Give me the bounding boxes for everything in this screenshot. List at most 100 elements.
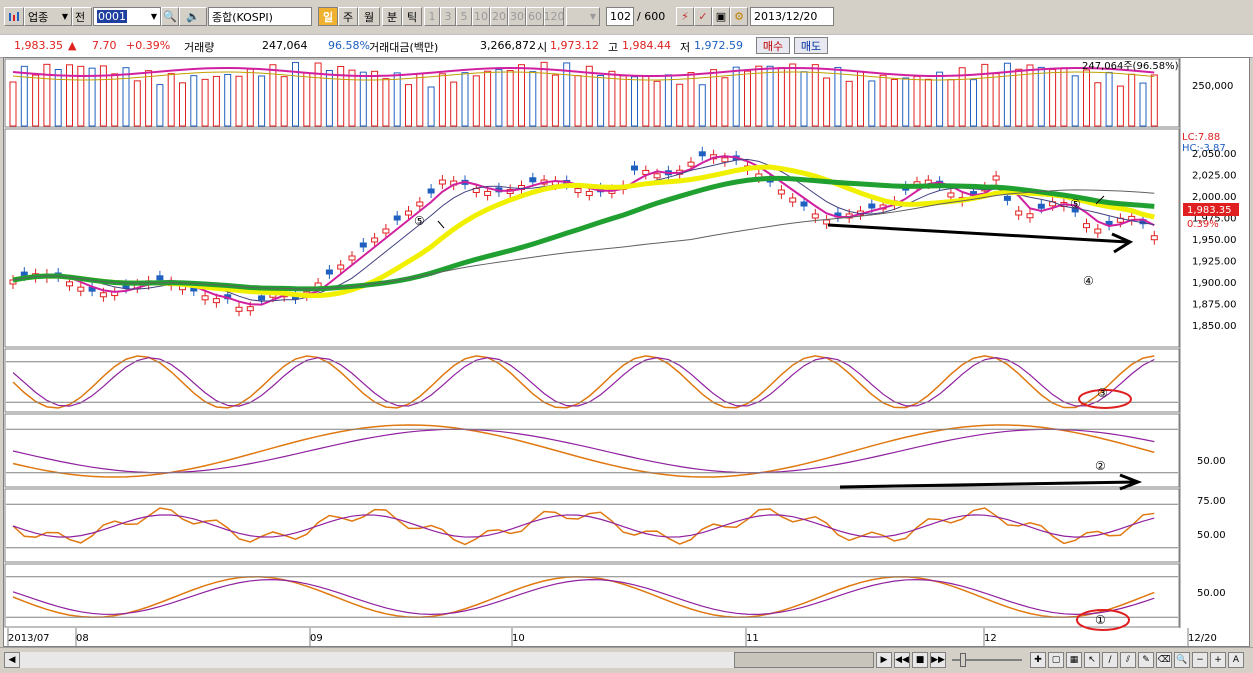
zoom-out-button[interactable]: 🔍 (1174, 652, 1190, 668)
tab-month[interactable]: 월 (358, 7, 380, 26)
sell-button[interactable]: 매도 (794, 37, 828, 54)
pointer-arrow-a (437, 220, 445, 229)
candle-body (721, 157, 729, 163)
tab-week[interactable]: 주 (338, 7, 358, 26)
tool-draw-button[interactable]: ✎ (1138, 652, 1154, 668)
candle-body (405, 210, 412, 216)
rsi-panel (6, 503, 1178, 549)
tool-box-button[interactable]: ▢ (1048, 652, 1064, 668)
chart-logo-icon[interactable] (4, 7, 24, 26)
volume-bar (958, 67, 966, 127)
minus-icon: − (1196, 655, 1204, 665)
candle-body (246, 306, 254, 312)
tool-button-1[interactable]: ⚡ (676, 7, 694, 26)
volume-bar (676, 83, 684, 127)
volume-bar (529, 71, 537, 127)
volume-bar (913, 75, 921, 127)
cross-icon: ✚ (1034, 655, 1042, 665)
date-input[interactable]: 2013/12/20 (750, 7, 834, 26)
current-price: 1,983.35 (14, 39, 63, 52)
volume-bar (992, 73, 1000, 127)
tool-button-2[interactable]: ✓ (694, 7, 712, 26)
interval-button-30[interactable]: 30 (508, 7, 526, 26)
tab-tick[interactable]: 틱 (402, 7, 422, 26)
interval-button-60[interactable]: 60 (526, 7, 544, 26)
scroll-track[interactable] (20, 652, 734, 668)
volume-value: 247,064 (262, 39, 308, 52)
annotation-4: ④ (1083, 274, 1094, 288)
sound-button[interactable]: 🔈 (179, 7, 207, 26)
zoom-slider-handle[interactable] (960, 653, 966, 667)
last-page-button[interactable]: ▶▶ (930, 652, 946, 668)
tool-layout-button[interactable]: ▦ (1066, 652, 1082, 668)
candle-body (631, 165, 638, 171)
count-input[interactable]: 102 (606, 7, 634, 26)
scroll-thumb[interactable] (734, 652, 874, 668)
interval-button-3[interactable]: 3 (440, 7, 456, 26)
volume-bar (777, 67, 785, 127)
code-input[interactable]: 0001 ▼ (93, 7, 161, 26)
tool-cursor-button[interactable]: ↖ (1084, 652, 1100, 668)
index-name: 종합(KOSPI) (212, 10, 273, 24)
stop-button[interactable]: ■ (912, 652, 928, 668)
tab-minute[interactable]: 분 (382, 7, 402, 26)
price-axis: 2,050.002,025.002,000.001,975.001,950.00… (1192, 149, 1237, 332)
stock-chart[interactable]: 247,064주(96.58%) 250,000 LC:7.88 HC:-3.8… (4, 58, 1249, 646)
interval-dropdown[interactable]: ▼ (566, 7, 600, 26)
interval-button-120[interactable]: 120 (544, 7, 564, 26)
panel-border (4, 128, 1180, 348)
volume-bar (664, 74, 672, 127)
interval-button-20[interactable]: 20 (490, 7, 508, 26)
volume-bar (484, 70, 492, 127)
candle-body (1150, 235, 1158, 241)
volume-bar (766, 65, 774, 127)
market-type-select[interactable]: 업종 ▼ (24, 7, 72, 26)
text-tool-button[interactable]: A (1228, 652, 1244, 668)
scroll-right-button[interactable]: ▶ (876, 652, 892, 668)
volume-bar (1139, 82, 1147, 127)
panel-frames (4, 58, 1181, 628)
volume-bar (32, 74, 40, 127)
zoom-plus-button[interactable]: + (1210, 652, 1226, 668)
prev-button[interactable]: 전 (72, 7, 92, 26)
magnifier-icon: 🔍 (1176, 655, 1188, 665)
zoom-minus-button[interactable]: − (1192, 652, 1208, 668)
box-icon: ▢ (1051, 655, 1061, 665)
interval-button-5[interactable]: 5 (456, 7, 472, 26)
price-tick-label: 1,950.00 (1192, 235, 1237, 246)
volume-bar (970, 79, 977, 127)
volume-bar (631, 76, 638, 127)
settings-button[interactable]: ⚙ (730, 7, 748, 26)
tool-trend-button[interactable]: ∕ (1102, 652, 1118, 668)
volume-bar (574, 75, 582, 127)
candle-body (484, 190, 492, 196)
date-value: 2013/12/20 (754, 10, 818, 23)
volume-bar (201, 78, 209, 127)
volume-bar (122, 67, 130, 127)
volume-bar (902, 77, 910, 127)
volume-bar (348, 69, 356, 127)
interval-button-1[interactable]: 1 (424, 7, 440, 26)
candle-body (811, 213, 819, 219)
tool-cross-button[interactable]: ✚ (1030, 652, 1046, 668)
first-page-button[interactable]: ◀◀ (894, 652, 910, 668)
interval-label: 3 (444, 10, 452, 23)
tool-eraser-button[interactable]: ⌫ (1156, 652, 1172, 668)
volume-bar (811, 64, 819, 127)
volume-bar (1150, 74, 1158, 127)
candle-body (800, 201, 808, 207)
lc-label: LC:7.88 (1182, 132, 1220, 143)
interval-label: 120 (544, 10, 564, 23)
tool-channel-button[interactable]: ⫽ (1120, 652, 1136, 668)
tab-day[interactable]: 일 (318, 7, 338, 26)
chart-area[interactable]: 247,064주(96.58%) 250,000 LC:7.88 HC:-3.8… (3, 57, 1250, 647)
chevron-down-icon: ▼ (61, 12, 68, 21)
volume-bar (1049, 68, 1057, 127)
tool-button-3[interactable]: ▣ (712, 7, 730, 26)
buy-button[interactable]: 매수 (756, 37, 790, 54)
arrow-right-icon: ▶ (880, 655, 888, 665)
search-button[interactable]: 🔍 (161, 7, 179, 26)
total-value: / 600 (637, 10, 666, 23)
scroll-left-button[interactable]: ◀ (4, 652, 20, 668)
interval-button-10[interactable]: 10 (472, 7, 490, 26)
